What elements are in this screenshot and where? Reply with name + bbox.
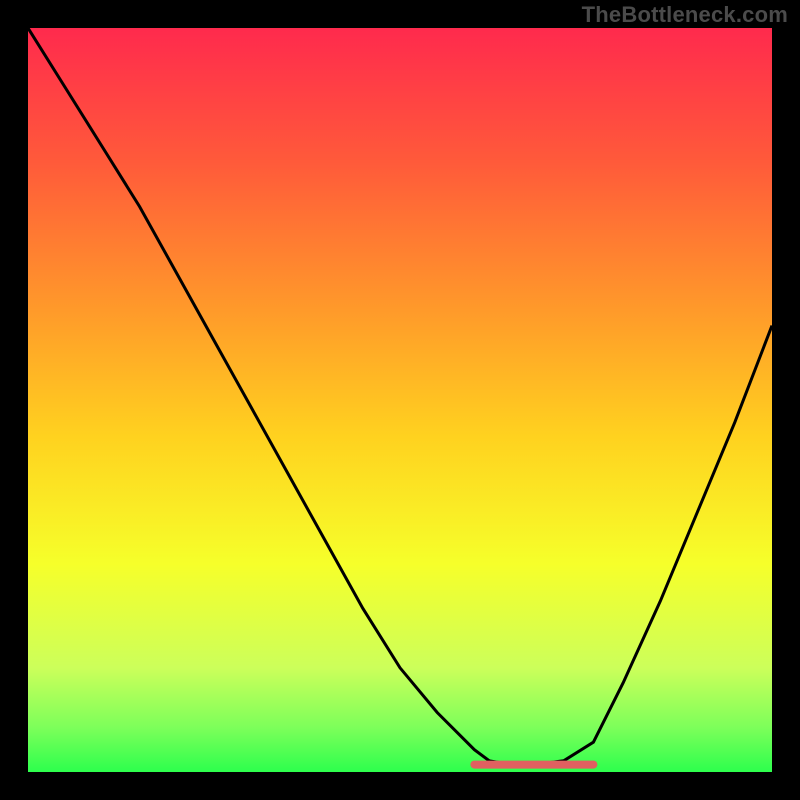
bottleneck-chart (28, 28, 772, 772)
gradient-background (28, 28, 772, 772)
chart-frame: TheBottleneck.com (0, 0, 800, 800)
watermark-text: TheBottleneck.com (582, 2, 788, 28)
plot-area (28, 28, 772, 772)
